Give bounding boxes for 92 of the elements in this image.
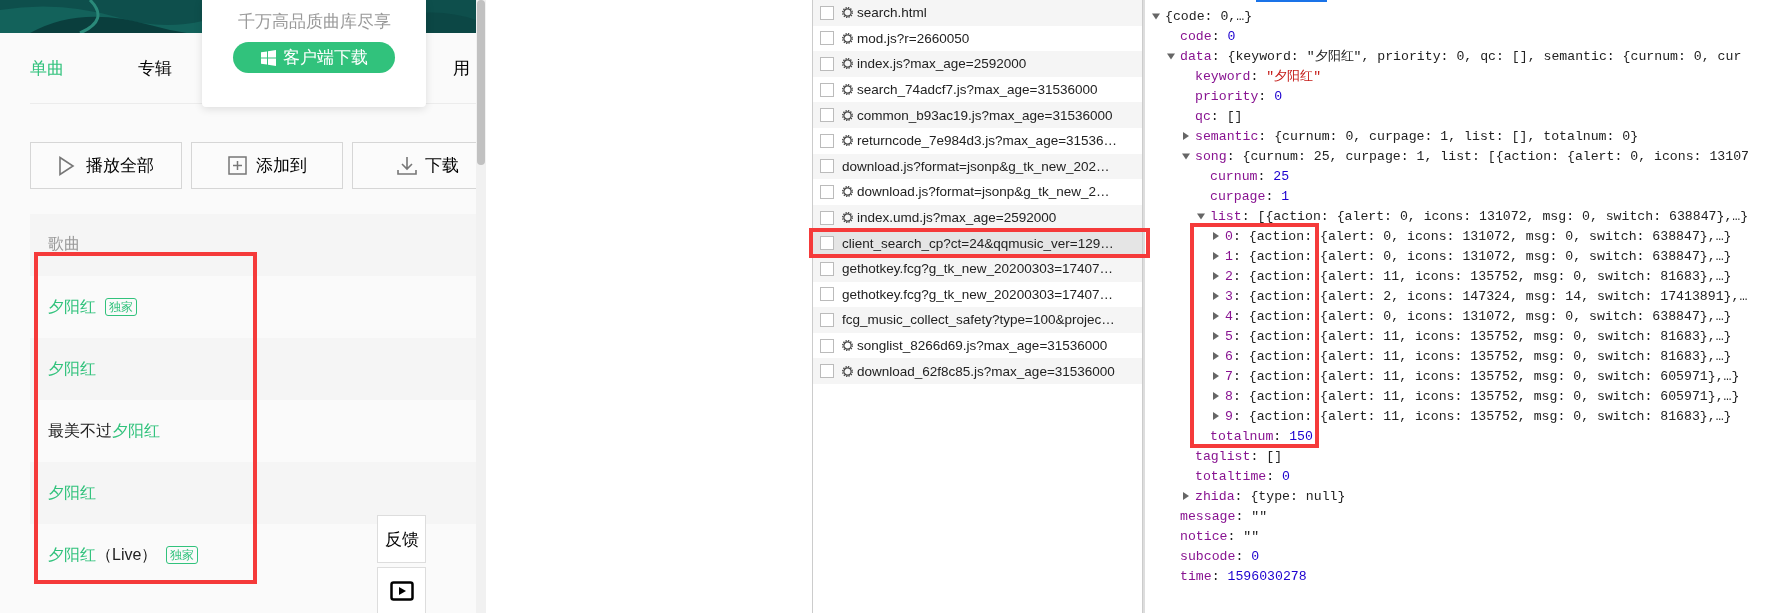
checkbox[interactable] <box>820 159 834 174</box>
json-entry: song: {curnum: 25, curpage: 1, list: [{action: {alert: 0, icons: 13107 <box>1195 148 1749 164</box>
json-entry: 9: {action: {alert: 11, icons: 135752, msg: 0, switch: 81683},…} <box>1225 408 1732 424</box>
request-row[interactable]: common_b93ac19.js?max_age=31536000 <box>813 102 1142 128</box>
checkbox[interactable] <box>820 133 834 148</box>
expanded-triangle-icon[interactable] <box>1182 152 1190 160</box>
request-row[interactable]: search_74adcf7.js?max_age=31536000 <box>813 76 1142 103</box>
checkbox[interactable] <box>820 236 834 251</box>
windows-icon <box>260 49 276 66</box>
checkbox[interactable] <box>820 312 834 327</box>
json-entry: data: {keyword: "夕阳红", priority: 0, qc: [], semantic: {curnum: 0, cur <box>1180 48 1742 65</box>
json-entry: taglist: [] <box>1195 448 1283 464</box>
collapsed-triangle-icon[interactable] <box>1212 272 1220 280</box>
request-row[interactable]: gethotkey.fcg?g_tk_new_20200303=17407… <box>813 281 1142 308</box>
json-entry: {code: 0,…} <box>1165 8 1253 24</box>
request-row[interactable]: mod.js?r=2660050 <box>813 25 1142 52</box>
json-entry: 6: {action: {alert: 11, icons: 135752, msg: 0, switch: 81683},…} <box>1225 348 1732 364</box>
song-title[interactable]: 夕阳红（Live） <box>48 544 158 566</box>
action-button[interactable]: 下载 <box>352 142 476 189</box>
request-row[interactable]: index.umd.js?max_age=2592000 <box>813 204 1142 231</box>
json-entry: zhida: {type: null} <box>1195 488 1346 504</box>
checkbox[interactable] <box>820 210 834 225</box>
json-entry: 2: {action: {alert: 11, icons: 135752, msg: 0, switch: 81683},…} <box>1225 268 1732 284</box>
request-row[interactable]: download.js?format=jsonp&g_tk_new_202… <box>813 153 1142 180</box>
checkbox[interactable] <box>820 287 834 302</box>
json-entry: totaltime: 0 <box>1195 468 1290 484</box>
collapsed-triangle-icon[interactable] <box>1212 392 1220 400</box>
json-entry: 3: {action: {alert: 2, icons: 147324, msg: 14, switch: 17413891},… <box>1225 288 1748 304</box>
json-entry: curnum: 25 <box>1210 168 1290 184</box>
json-entry: semantic: {curnum: 0, curpage: 1, list: [], totalnum: 0} <box>1195 128 1639 144</box>
json-entry: code: 0 <box>1180 28 1236 44</box>
download-icon <box>397 155 417 176</box>
collapsed-triangle-icon[interactable] <box>1212 352 1220 360</box>
feedback-button[interactable]: 反馈 <box>377 515 426 563</box>
collapsed-triangle-icon[interactable] <box>1212 412 1220 420</box>
json-entry: qc: [] <box>1195 108 1243 124</box>
request-row[interactable]: download_62f8c85.js?max_age=31536000 <box>813 358 1142 384</box>
column-header: 歌曲 <box>48 235 80 252</box>
request-row[interactable]: index.js?max_age=2592000 <box>813 51 1142 77</box>
expanded-triangle-icon[interactable] <box>1167 52 1175 60</box>
json-entry: 0: {action: {alert: 0, icons: 131072, msg: 0, switch: 638847},…} <box>1225 228 1732 244</box>
collapsed-triangle-icon[interactable] <box>1212 332 1220 340</box>
action-button[interactable]: 播放全部 <box>30 142 182 189</box>
json-entry: totalnum: 150 <box>1210 428 1313 444</box>
active-tab-indicator <box>1256 0 1327 2</box>
request-row[interactable]: returncode_7e984d3.js?max_age=31536… <box>813 127 1142 154</box>
expanded-triangle-icon[interactable] <box>1152 12 1160 20</box>
json-entry: time: 1596030278 <box>1180 568 1307 584</box>
request-row[interactable]: fcg_music_collect_safety?type=100&projec… <box>813 307 1142 333</box>
json-entry: 4: {action: {alert: 0, icons: 131072, msg: 0, switch: 638847},…} <box>1225 308 1732 324</box>
checkbox[interactable] <box>820 108 834 123</box>
collapsed-triangle-icon[interactable] <box>1182 132 1190 140</box>
video-button[interactable] <box>377 567 426 613</box>
exclusive-tag: 独家 <box>105 298 137 316</box>
checkbox[interactable] <box>820 57 834 71</box>
request-row[interactable]: songlist_8266d69.js?max_age=31536000 <box>813 332 1142 359</box>
json-entry: 7: {action: {alert: 11, icons: 135752, msg: 0, switch: 605971},…} <box>1225 368 1740 384</box>
checkbox[interactable] <box>820 338 834 353</box>
json-entry: notice: "" <box>1180 528 1260 544</box>
tab[interactable]: 用 <box>453 56 470 80</box>
json-entry: message: "" <box>1180 508 1268 524</box>
json-entry: 1: {action: {alert: 0, icons: 131072, msg: 0, switch: 638847},…} <box>1225 248 1732 264</box>
json-entry: 5: {action: {alert: 11, icons: 135752, msg: 0, switch: 81683},…} <box>1225 328 1732 344</box>
play-box-icon <box>389 581 414 601</box>
checkbox[interactable] <box>820 364 834 379</box>
request-row[interactable]: search.html <box>813 0 1142 26</box>
action-button[interactable]: 添加到 <box>191 142 343 189</box>
collapsed-triangle-icon[interactable] <box>1212 232 1220 240</box>
collapsed-triangle-icon[interactable] <box>1212 292 1220 300</box>
collapsed-triangle-icon[interactable] <box>1212 372 1220 380</box>
expanded-triangle-icon[interactable] <box>1197 212 1205 220</box>
json-entry: priority: 0 <box>1195 88 1283 104</box>
plus-square-icon <box>227 155 248 176</box>
exclusive-tag: 独家 <box>166 546 199 564</box>
collapsed-triangle-icon[interactable] <box>1212 252 1220 260</box>
json-entry: keyword: "夕阳红" <box>1195 68 1322 85</box>
checkbox[interactable] <box>820 184 834 199</box>
song-title[interactable]: 最美不过夕阳红 <box>48 420 160 442</box>
collapsed-triangle-icon[interactable] <box>1182 492 1190 500</box>
json-entry: list: [{action: {alert: 0, icons: 131072, msg: 0, switch: 638847},…} <box>1210 208 1749 224</box>
request-row[interactable]: download.js?format=jsonp&g_tk_new_2… <box>813 179 1142 205</box>
checkbox[interactable] <box>820 5 834 20</box>
json-entry: subcode: 0 <box>1180 548 1260 564</box>
json-entry: curpage: 1 <box>1210 188 1290 204</box>
checkbox[interactable] <box>820 261 834 276</box>
json-entry: 8: {action: {alert: 11, icons: 135752, msg: 0, switch: 605971},…} <box>1225 388 1740 404</box>
promo-text: 千万高品质曲库尽享 <box>237 11 391 33</box>
checkbox[interactable] <box>820 31 834 46</box>
tab[interactable]: 专辑 <box>138 56 172 80</box>
checkbox[interactable] <box>820 82 834 97</box>
scrollbar-thumb[interactable] <box>477 0 485 165</box>
collapsed-triangle-icon[interactable] <box>1212 312 1220 320</box>
